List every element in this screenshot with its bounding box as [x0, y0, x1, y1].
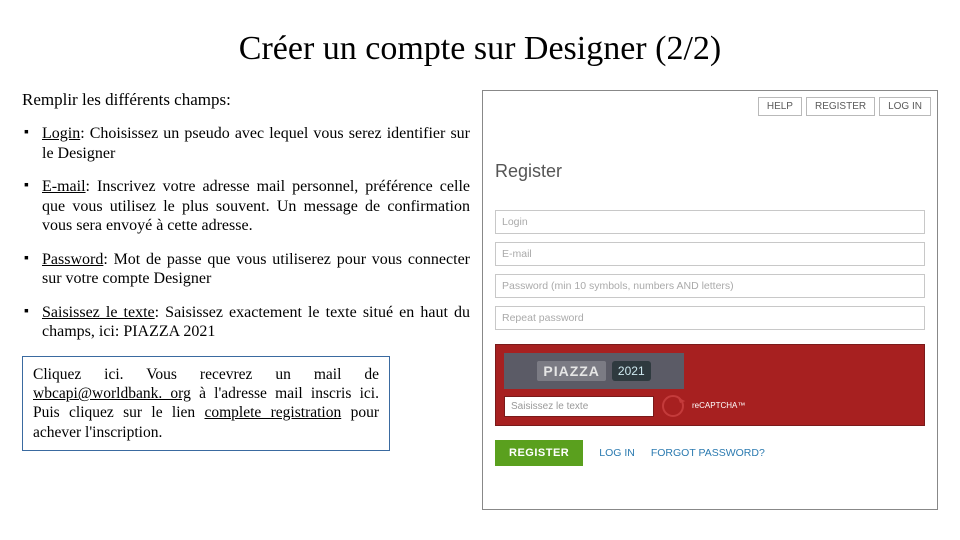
login-link[interactable]: LOG IN	[599, 447, 635, 459]
bullet-password-label: Password	[42, 251, 103, 268]
login-input[interactable]: Login	[495, 210, 925, 234]
note-complete-link[interactable]: complete registration	[205, 404, 342, 421]
bullet-login: Login: Choisissez un pseudo avec lequel …	[24, 124, 470, 163]
topbar-login[interactable]: LOG IN	[879, 97, 931, 116]
bullet-password-text: : Mot de passe que vous utiliserez pour …	[42, 251, 470, 288]
bullet-captcha: Saisissez le texte: Saisissez exactement…	[24, 303, 470, 342]
bullet-login-label: Login	[42, 125, 80, 142]
captcha-input[interactable]: Saisissez le texte	[504, 396, 654, 417]
bullet-login-text: : Choisissez un pseudo avec lequel vous …	[42, 125, 470, 162]
note-box: Cliquez ici. Vous recevrez un mail de wb…	[22, 356, 390, 452]
password-input[interactable]: Password (min 10 symbols, numbers AND le…	[495, 274, 925, 298]
email-input[interactable]: E-mail	[495, 242, 925, 266]
browser-mock: HELP REGISTER LOG IN Register Login E-ma…	[482, 90, 938, 510]
note-email-link[interactable]: wbcapi@worldbank. org	[33, 385, 191, 402]
topbar-register[interactable]: REGISTER	[806, 97, 875, 116]
recaptcha-label: reCAPTCHA™	[692, 402, 745, 410]
captcha-word: PIAZZA	[537, 361, 606, 381]
instructions-column: Remplir les différents champs: Login: Ch…	[22, 90, 470, 510]
bullet-password: Password: Mot de passe que vous utiliser…	[24, 250, 470, 289]
page-title: Créer un compte sur Designer (2/2)	[22, 30, 938, 68]
bullet-email-label: E-mail	[42, 178, 86, 195]
forgot-password-link[interactable]: FORGOT PASSWORD?	[651, 447, 765, 459]
refresh-icon[interactable]	[662, 395, 684, 417]
captcha-image: PIAZZA 2021	[504, 353, 684, 389]
register-button[interactable]: REGISTER	[495, 440, 583, 466]
bullet-email: E-mail: Inscrivez votre adresse mail per…	[24, 177, 470, 236]
bullet-captcha-label: Saisissez le texte	[42, 304, 155, 321]
topbar: HELP REGISTER LOG IN	[758, 97, 931, 116]
topbar-help[interactable]: HELP	[758, 97, 802, 116]
repeat-password-input[interactable]: Repeat password	[495, 306, 925, 330]
bullet-email-text: : Inscrivez votre adresse mail personnel…	[42, 178, 470, 234]
captcha-year: 2021	[612, 361, 651, 381]
note-pre: Cliquez ici. Vous recevrez un mail de	[33, 366, 379, 383]
register-heading: Register	[495, 161, 925, 182]
intro-text: Remplir les différents champs:	[22, 90, 470, 110]
captcha-box: PIAZZA 2021 Saisissez le texte reCAPTCHA…	[495, 344, 925, 426]
